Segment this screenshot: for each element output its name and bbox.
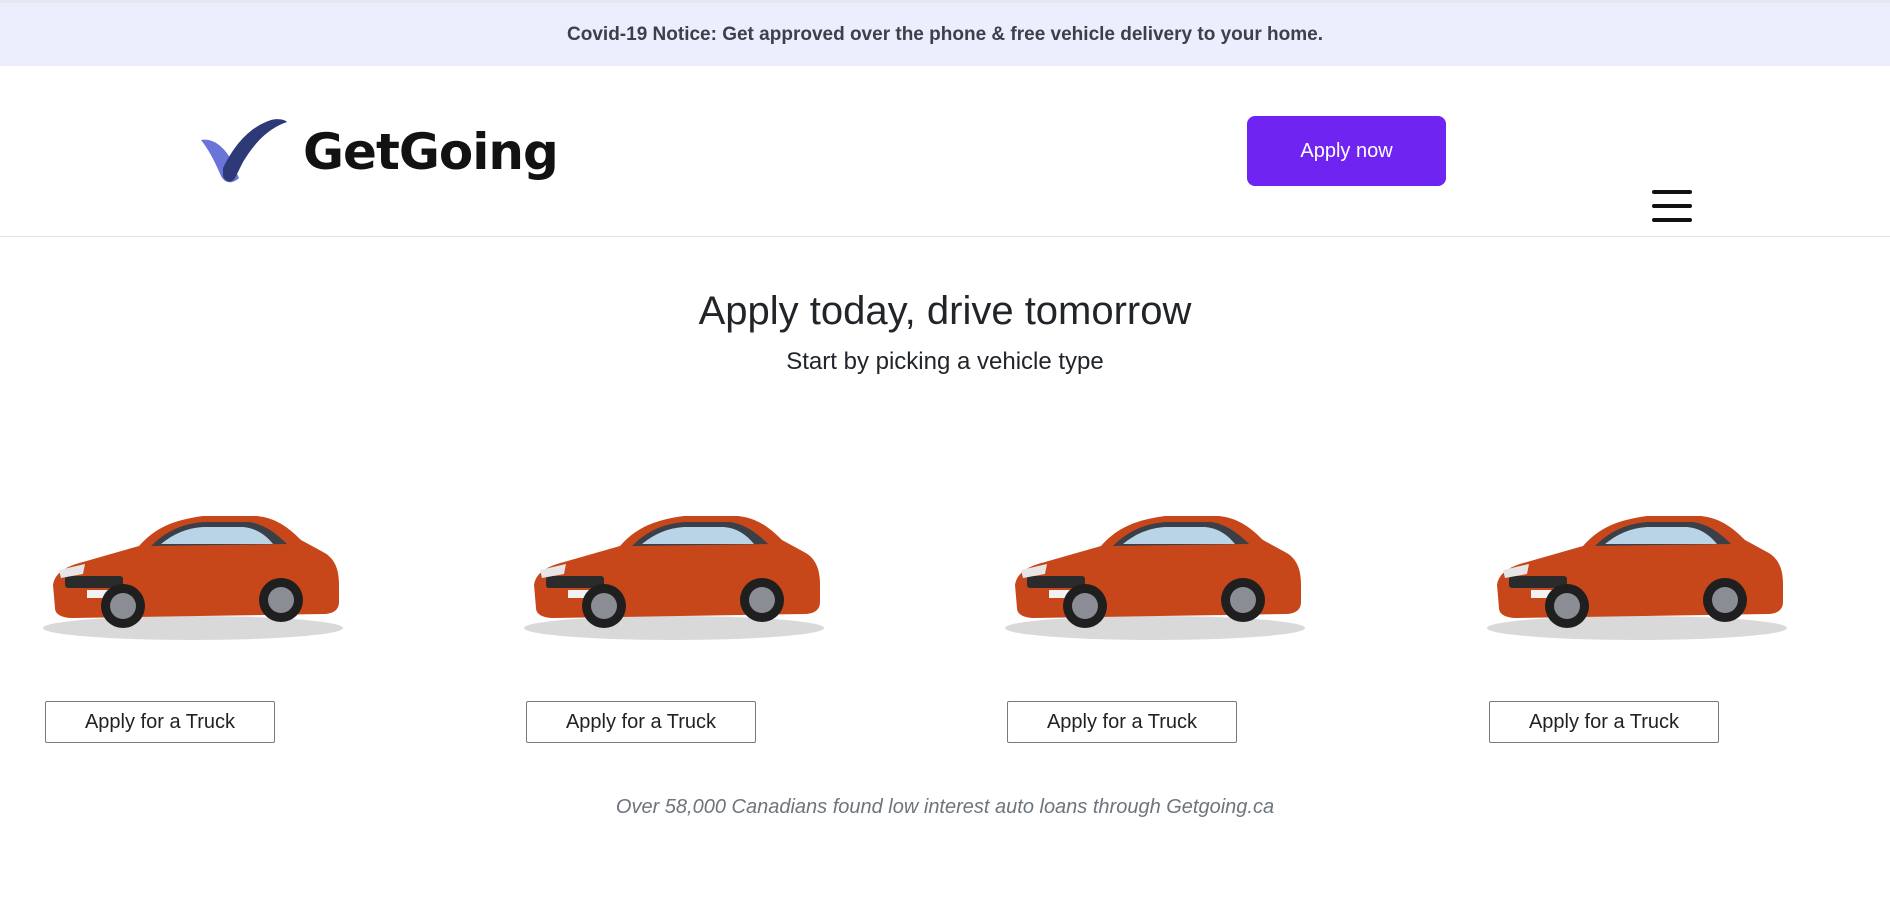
car-image[interactable] [524, 490, 829, 650]
apply-truck-button[interactable]: Apply for a Truck [1489, 701, 1719, 743]
page-title: Apply today, drive tomorrow [698, 289, 1192, 333]
apply-truck-button[interactable]: Apply for a Truck [1007, 701, 1237, 743]
logo[interactable]: GetGoing [199, 118, 559, 186]
vehicle-card: Apply for a Truck [1005, 490, 1325, 750]
apply-now-button[interactable]: Apply now [1247, 116, 1446, 186]
checkmark-logo-icon [201, 119, 287, 183]
car-image[interactable] [1487, 490, 1792, 650]
apply-truck-button[interactable]: Apply for a Truck [45, 701, 275, 743]
footer-note: Over 58,000 Canadians found low interest… [615, 796, 1275, 818]
hamburger-menu-icon[interactable] [1652, 190, 1692, 224]
vehicle-card: Apply for a Truck [524, 490, 844, 750]
site-header: GetGoing Apply now [0, 66, 1890, 237]
apply-truck-button[interactable]: Apply for a Truck [526, 701, 756, 743]
logo-text: GetGoing [303, 123, 559, 181]
notice-text: Covid-19 Notice: Get approved over the p… [567, 23, 1323, 45]
covid-notice-banner: Covid-19 Notice: Get approved over the p… [0, 3, 1890, 66]
car-image[interactable] [1005, 490, 1310, 650]
vehicle-card: Apply for a Truck [1487, 490, 1807, 750]
car-image[interactable] [43, 490, 348, 650]
page-subtitle: Start by picking a vehicle type [786, 348, 1104, 375]
vehicle-card: Apply for a Truck [43, 490, 363, 750]
